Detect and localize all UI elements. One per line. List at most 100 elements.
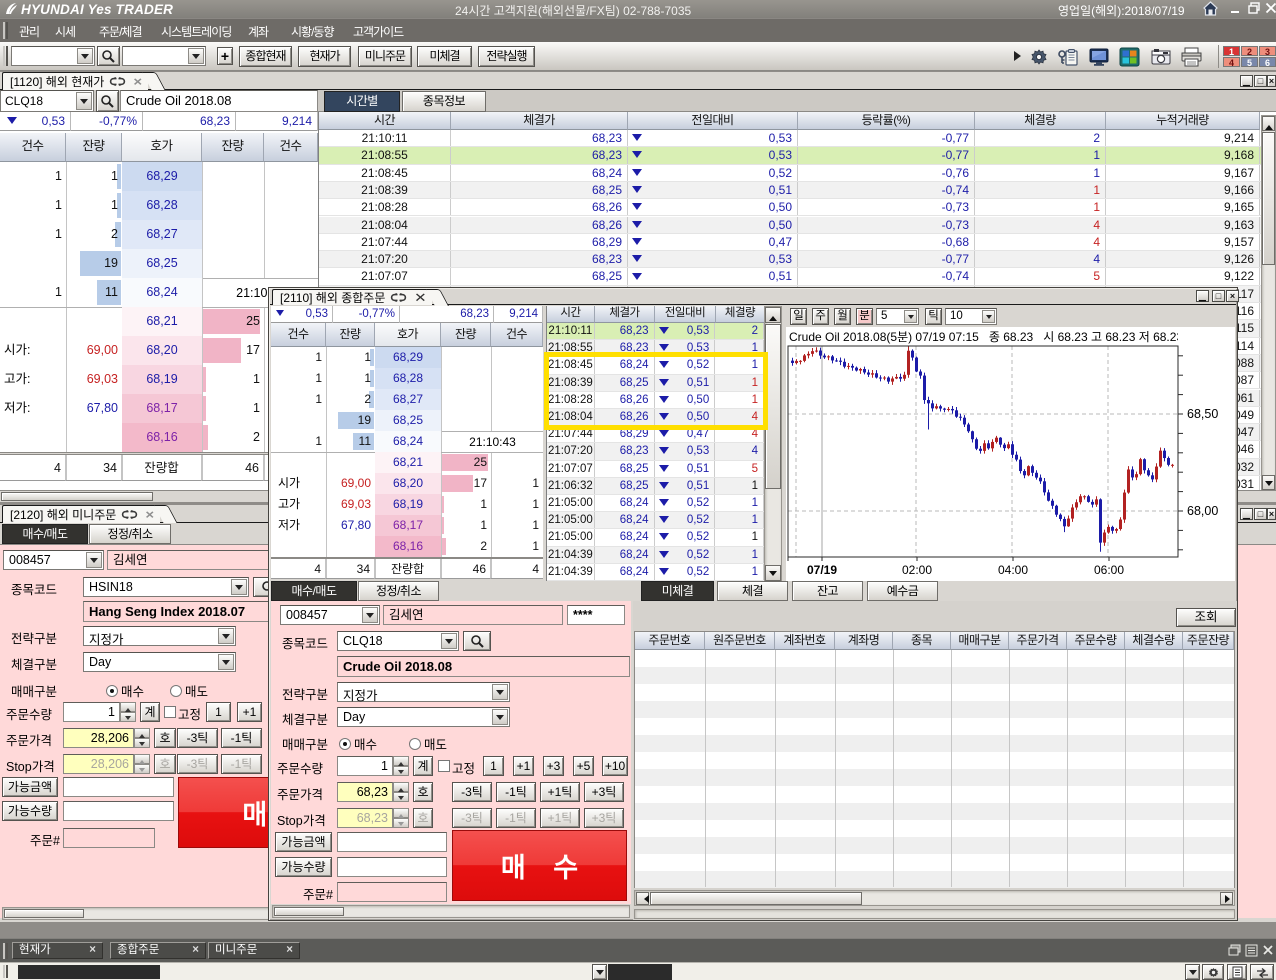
tt-row-10[interactable]: 21:05:0068,240,521	[547, 495, 764, 512]
spin-down-icon[interactable]	[120, 712, 136, 722]
taskbar-tab-close-icon[interactable]: ×	[286, 943, 293, 958]
qty-preset-button[interactable]: 1	[206, 702, 231, 722]
tt-row-9[interactable]: 21:06:3268,250,511	[547, 478, 764, 495]
menu-item-3[interactable]: 시스템트레이딩	[161, 23, 231, 40]
settings-gear-icon[interactable]	[1029, 47, 1049, 66]
tt-row-7[interactable]: 21:07:2068,230,534	[547, 443, 764, 460]
tt-row-8[interactable]: 21:07:0768,250,51-0,7459,122	[319, 268, 1261, 285]
order-number-field[interactable]	[337, 882, 447, 902]
window-2120-maximize-button[interactable]: □	[1254, 508, 1267, 520]
taskbar-grip[interactable]	[3, 943, 8, 959]
menubar-grip[interactable]	[3, 22, 8, 38]
window-list-icon[interactable]	[1245, 944, 1258, 960]
buy-radio[interactable]: 매수	[339, 734, 377, 753]
taskbar-tab-close-icon[interactable]: ×	[89, 943, 96, 958]
avail-qty-button[interactable]: 가능수량	[275, 857, 332, 877]
tt-row-6[interactable]: 21:07:4468,290,47-0,6849,157	[319, 234, 1261, 251]
scroll-left-icon[interactable]	[636, 892, 649, 905]
chart-minute-button[interactable]: 분	[856, 308, 873, 325]
w1-symbol-combo[interactable]: CLQ18	[0, 90, 94, 112]
qty-preset-button[interactable]: +10	[602, 756, 628, 776]
sell-radio[interactable]: 매도	[409, 734, 447, 753]
order-number-field[interactable]	[63, 828, 155, 848]
chart-week-button[interactable]: 주	[812, 308, 829, 325]
scroll-down-icon[interactable]	[765, 565, 781, 581]
tick-button[interactable]: -1틱	[221, 728, 262, 748]
w1-vscrollbar[interactable]	[1261, 115, 1276, 490]
hotkey-button-2[interactable]: 2	[1241, 46, 1258, 56]
spin-up-icon[interactable]	[393, 782, 409, 792]
tt-row-0[interactable]: 21:10:1168,230,53-0,7729,214	[319, 130, 1261, 147]
window-2120-close-button[interactable]: ×	[1267, 508, 1276, 520]
w2110-tab-modify[interactable]: 정정/취소	[358, 581, 439, 601]
tt-row-11[interactable]: 21:05:0068,240,521	[547, 512, 764, 529]
chart-tick-button[interactable]: 틱	[925, 308, 942, 325]
status-dropdown-button[interactable]	[592, 964, 607, 980]
home-icon[interactable]	[1202, 0, 1219, 20]
order-qty-field[interactable]: 1	[337, 756, 393, 776]
tick-button[interactable]: -1틱	[496, 782, 536, 802]
tt-row-3[interactable]: 21:08:3968,250,51-0,7419,166	[319, 182, 1261, 199]
snapshot-camera-icon[interactable]	[1150, 47, 1170, 66]
buy-radio[interactable]: 매수	[106, 681, 144, 700]
symbol-search-button[interactable]	[463, 631, 491, 651]
w2110-tab-balance[interactable]: 잔고	[792, 581, 863, 601]
w1-hscroll-thumb[interactable]	[1, 492, 153, 501]
menu-item-6[interactable]: 고객가이드	[353, 23, 403, 40]
menu-item-1[interactable]: 시세	[55, 23, 75, 40]
spin-up-icon[interactable]	[134, 728, 150, 738]
spinner[interactable]	[393, 756, 409, 776]
chevron-down-icon[interactable]	[362, 607, 378, 623]
window-1120-close-button[interactable]: ×	[1267, 75, 1276, 87]
taskbar-tab-2[interactable]: 미니주문×	[208, 942, 300, 959]
chevron-down-icon[interactable]	[904, 310, 917, 323]
symbol-code-combo[interactable]: CLQ18	[337, 631, 459, 651]
tick-button[interactable]: -3틱	[177, 728, 218, 748]
account-combo[interactable]: 008457	[3, 550, 104, 570]
window-2110-minimize-button[interactable]: ▁	[1196, 290, 1209, 302]
toolbar-button-1[interactable]: 현재가	[298, 46, 351, 67]
chevron-down-icon[interactable]	[441, 633, 457, 649]
hotkey-button-1[interactable]: 1	[1223, 46, 1240, 56]
spin-up-icon[interactable]	[393, 756, 409, 766]
window-2120-tab[interactable]: [2120] 해외 미니주문 ×	[2, 505, 160, 523]
taskbar-tab-1[interactable]: 종합주문×	[110, 942, 206, 959]
tt-row-4[interactable]: 21:08:2868,260,50-0,7319,165	[319, 199, 1261, 216]
chevron-down-icon[interactable]	[492, 684, 508, 700]
toolbar-button-4[interactable]: 전략실행	[478, 46, 535, 67]
w2120-hscroll-thumb[interactable]	[4, 909, 84, 918]
tick-button[interactable]: +1틱	[540, 782, 580, 802]
tt-row-2[interactable]: 21:08:4568,240,52-0,7619,167	[319, 165, 1261, 182]
tt-row-8[interactable]: 21:07:0768,250,515	[547, 461, 764, 478]
quote-button[interactable]: 호	[154, 728, 176, 748]
fix-checkbox[interactable]	[164, 706, 176, 718]
chevron-down-icon[interactable]	[218, 654, 234, 670]
w2120-tab-modify[interactable]: 정정/취소	[89, 524, 171, 544]
window-2110-close-button[interactable]: ×	[1226, 290, 1239, 302]
spinner[interactable]	[120, 702, 136, 722]
qty-preset-button[interactable]: +1	[513, 756, 534, 776]
w1-symbol-name-field[interactable]: Crude Oil 2018.08	[120, 90, 318, 112]
chevron-down-icon[interactable]	[86, 552, 102, 568]
window-2120-close-icon[interactable]: ×	[146, 507, 155, 522]
status-log-button[interactable]	[1227, 964, 1247, 980]
strategy-combo[interactable]: 지정가	[337, 682, 510, 702]
hotkey-button-3[interactable]: 3	[1259, 46, 1276, 56]
w1-tab-timetable[interactable]: 시간별	[324, 91, 400, 112]
status-settings-button[interactable]	[1202, 964, 1224, 980]
w2110-pending-hscroll-thumb[interactable]	[650, 892, 862, 905]
scroll-down-icon[interactable]	[1262, 475, 1275, 490]
account-keys-icon[interactable]	[1057, 47, 1077, 66]
taskbar-tab-0[interactable]: 현재가×	[12, 942, 103, 959]
fill-type-combo[interactable]: Day	[337, 707, 510, 727]
scroll-up-icon[interactable]	[1262, 116, 1275, 131]
minimize-button[interactable]	[1229, 2, 1243, 15]
window-1120-close-icon[interactable]: ×	[134, 74, 143, 89]
tick-button[interactable]: +3틱	[584, 782, 624, 802]
status-swap-button[interactable]	[1250, 964, 1274, 980]
tt-row-7[interactable]: 21:07:2068,230,53-0,7749,126	[319, 251, 1261, 268]
avail-amount-button[interactable]: 가능금액	[275, 832, 332, 852]
chevron-down-icon[interactable]	[218, 628, 234, 644]
w2110-tab-filled[interactable]: 체결	[717, 581, 788, 601]
w2110-form-hscroll-thumb[interactable]	[274, 907, 344, 916]
